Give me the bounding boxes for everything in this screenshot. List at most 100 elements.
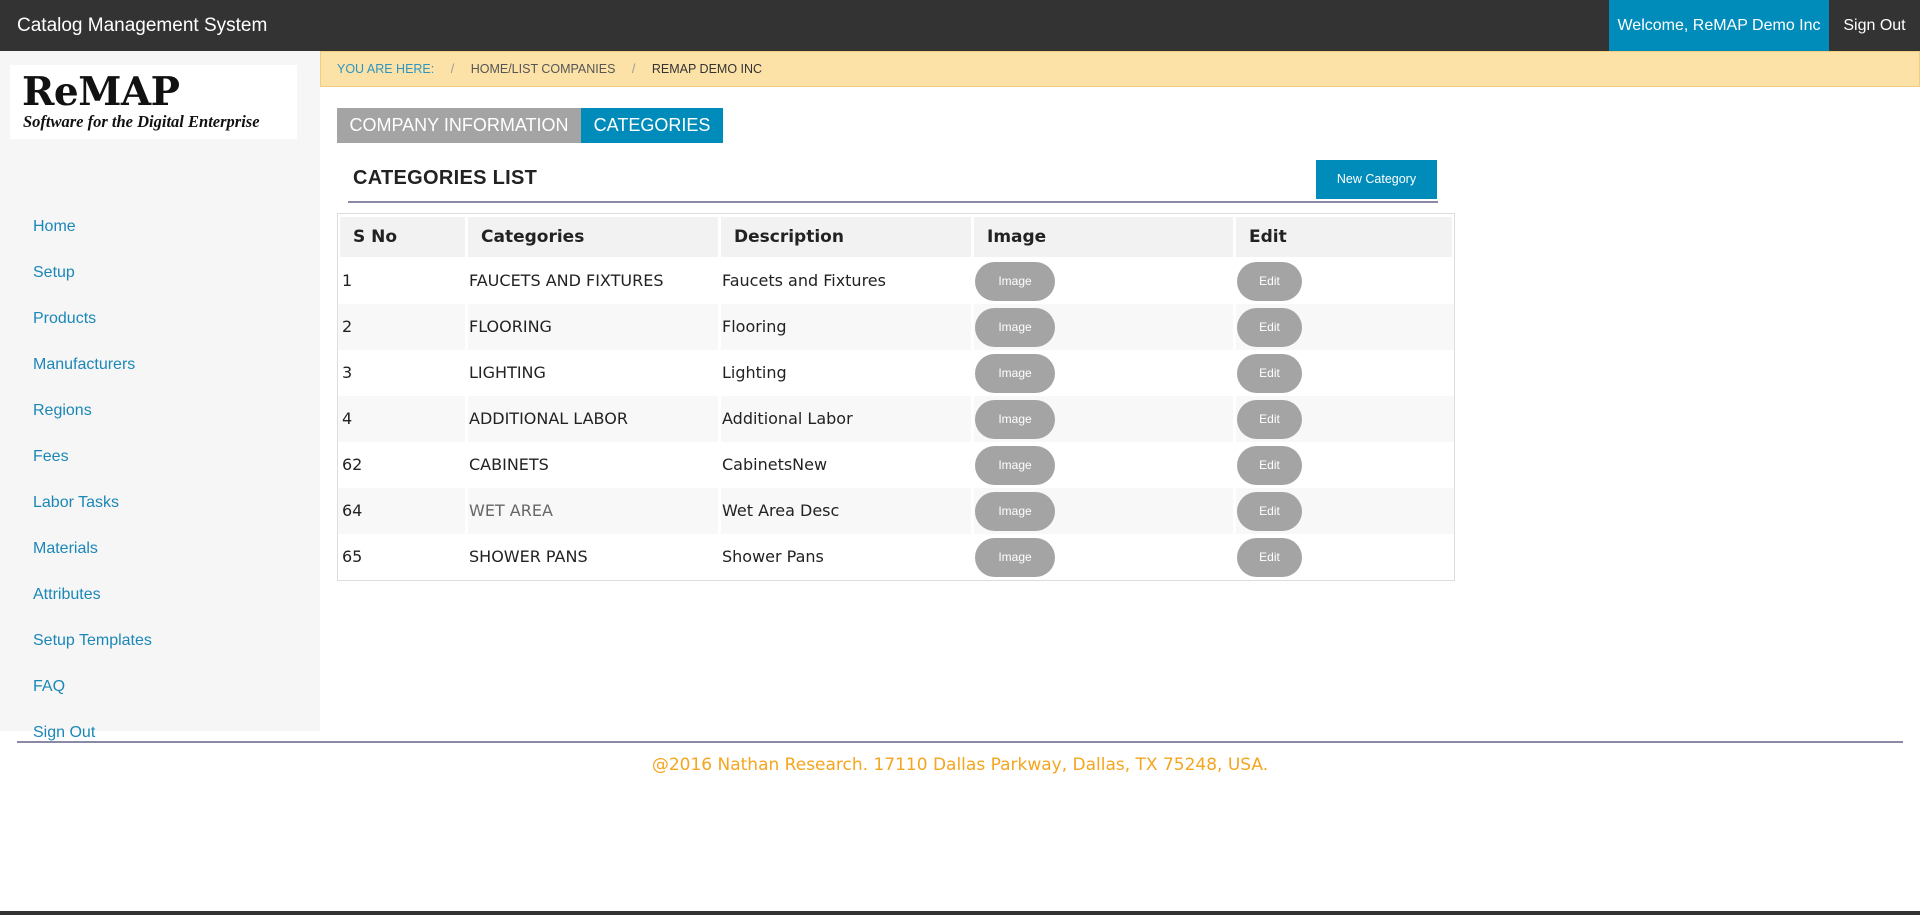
welcome-user-button[interactable]: Welcome, ReMAP Demo Inc — [1609, 0, 1829, 51]
sidebar-item-faq[interactable]: FAQ — [0, 664, 320, 710]
edit-button[interactable]: Edit — [1237, 400, 1302, 439]
column-divider — [1233, 350, 1236, 396]
image-button[interactable]: Image — [975, 538, 1055, 577]
column-divider — [465, 350, 468, 396]
sidebar-item-attributes[interactable]: Attributes — [0, 572, 320, 618]
column-header-description: Description — [721, 217, 971, 257]
column-divider — [718, 304, 721, 350]
tab-categories[interactable]: CATEGORIES — [581, 108, 723, 143]
column-divider — [465, 396, 468, 442]
image-button[interactable]: Image — [975, 262, 1055, 301]
column-divider — [718, 534, 721, 580]
categories-table: S No Categories Description Image Edit 1… — [337, 213, 1455, 581]
column-divider — [971, 442, 974, 488]
cell-sno: 2 — [342, 317, 353, 336]
edit-button[interactable]: Edit — [1237, 308, 1302, 347]
image-button[interactable]: Image — [975, 446, 1055, 485]
footer-copyright: @2016 Nathan Research. 17110 Dallas Park… — [651, 755, 1269, 775]
column-header-sno: S No — [340, 217, 465, 257]
cell-description: Wet Area Desc — [722, 501, 840, 520]
sidebar-item-products[interactable]: Products — [0, 296, 320, 342]
edit-button[interactable]: Edit — [1237, 492, 1302, 531]
cell-category: ADDITIONAL LABOR — [469, 409, 628, 428]
breadcrumb: YOU ARE HERE: / HOME/LIST COMPANIES / RE… — [320, 51, 1920, 87]
column-divider — [718, 442, 721, 488]
sidebar-item-setup-templates[interactable]: Setup Templates — [0, 618, 320, 664]
table-row: 65 SHOWER PANS Shower Pans Image Edit — [338, 534, 1454, 580]
app-title[interactable]: Catalog Management System — [17, 0, 267, 51]
edit-button[interactable]: Edit — [1237, 538, 1302, 577]
breadcrumb-separator: / — [631, 62, 636, 76]
page-title: CATEGORIES LIST — [353, 167, 538, 189]
logo-tagline: Software for the Digital Enterprise — [23, 112, 260, 131]
column-divider — [1233, 534, 1236, 580]
edit-button[interactable]: Edit — [1237, 446, 1302, 485]
sidebar-item-regions[interactable]: Regions — [0, 388, 320, 434]
column-divider — [718, 258, 721, 304]
sidebar-item-home[interactable]: Home — [0, 204, 320, 250]
cell-description: Shower Pans — [722, 547, 824, 566]
cell-category: WET AREA — [469, 501, 553, 520]
column-divider — [465, 258, 468, 304]
table-row: 64 WET AREA Wet Area Desc Image Edit — [338, 488, 1454, 534]
cell-category: LIGHTING — [469, 363, 546, 382]
table-row: 62 CABINETS CabinetsNew Image Edit — [338, 442, 1454, 488]
new-category-button[interactable]: New Category — [1316, 160, 1437, 199]
sign-out-link[interactable]: Sign Out — [1829, 0, 1920, 51]
breadcrumb-separator: / — [450, 62, 455, 76]
image-button[interactable]: Image — [975, 400, 1055, 439]
cell-description: Additional Labor — [722, 409, 853, 428]
column-divider — [718, 396, 721, 442]
column-header-edit: Edit — [1236, 217, 1452, 257]
cell-category: CABINETS — [469, 455, 549, 474]
column-divider — [971, 488, 974, 534]
image-button[interactable]: Image — [975, 308, 1055, 347]
column-divider — [1233, 442, 1236, 488]
cell-category: FAUCETS AND FIXTURES — [469, 271, 664, 290]
column-divider — [718, 488, 721, 534]
top-navbar: Catalog Management System Welcome, ReMAP… — [0, 0, 1920, 51]
cell-sno: 62 — [342, 455, 363, 474]
cell-sno: 1 — [342, 271, 353, 290]
table-row: 3 LIGHTING Lighting Image Edit — [338, 350, 1454, 396]
table-row: 4 ADDITIONAL LABOR Additional Labor Imag… — [338, 396, 1454, 442]
image-button[interactable]: Image — [975, 354, 1055, 393]
sidebar-item-labor-tasks[interactable]: Labor Tasks — [0, 480, 320, 526]
edit-button[interactable]: Edit — [1237, 354, 1302, 393]
edit-button[interactable]: Edit — [1237, 262, 1302, 301]
sidebar-item-sign-out[interactable]: Sign Out — [0, 710, 320, 756]
image-button[interactable]: Image — [975, 492, 1055, 531]
sidebar-item-setup[interactable]: Setup — [0, 250, 320, 296]
sidebar-item-materials[interactable]: Materials — [0, 526, 320, 572]
cell-sno: 65 — [342, 547, 363, 566]
cell-category: SHOWER PANS — [469, 547, 588, 566]
cell-description: Faucets and Fixtures — [722, 271, 886, 290]
cell-sno: 64 — [342, 501, 363, 520]
column-divider — [971, 396, 974, 442]
table-row: 1 FAUCETS AND FIXTURES Faucets and Fixtu… — [338, 258, 1454, 304]
tab-company-information[interactable]: COMPANY INFORMATION — [337, 108, 581, 143]
breadcrumb-current: REMAP DEMO INC — [651, 62, 763, 76]
bottom-edge-bar — [0, 911, 1920, 915]
column-divider — [971, 534, 974, 580]
column-divider — [465, 304, 468, 350]
logo-wordmark: ReMAP — [22, 69, 180, 115]
column-divider — [1233, 488, 1236, 534]
column-divider — [718, 350, 721, 396]
sidebar: ReMAP Software for the Digital Enterpris… — [0, 51, 320, 741]
sidebar-item-fees[interactable]: Fees — [0, 434, 320, 480]
column-divider — [465, 442, 468, 488]
cell-sno: 3 — [342, 363, 353, 382]
breadcrumb-home-link[interactable]: HOME/LIST COMPANIES — [471, 62, 616, 76]
column-header-image: Image — [974, 217, 1233, 257]
column-divider — [1233, 304, 1236, 350]
cell-sno: 4 — [342, 409, 353, 428]
column-divider — [971, 350, 974, 396]
column-divider — [465, 488, 468, 534]
title-divider — [348, 201, 1438, 203]
column-divider — [971, 304, 974, 350]
column-divider — [1233, 396, 1236, 442]
cell-description: Lighting — [722, 363, 787, 382]
sidebar-item-manufacturers[interactable]: Manufacturers — [0, 342, 320, 388]
column-header-categories: Categories — [468, 217, 718, 257]
